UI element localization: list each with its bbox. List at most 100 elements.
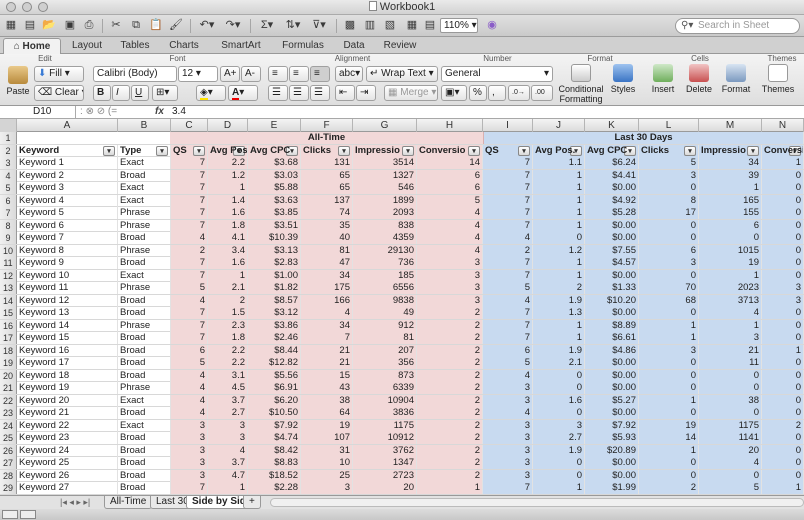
cell[interactable]: 7 (483, 307, 533, 319)
cell[interactable]: $5.56 (248, 369, 301, 382)
cell[interactable]: 1 (533, 169, 585, 182)
cell[interactable]: 6 (171, 344, 208, 357)
cell[interactable]: 3.7 (208, 457, 248, 469)
cell[interactable]: $0.00 (585, 269, 639, 282)
redo-icon[interactable]: ↷▾ (222, 18, 244, 33)
cell[interactable]: 2 (417, 457, 483, 469)
filter-dropdown-icon[interactable]: ▾ (156, 145, 168, 156)
search-in-sheet-input[interactable]: ⚲▾ Search in Sheet (675, 18, 800, 34)
cell[interactable]: 0 (762, 469, 804, 482)
cell[interactable]: 1.2 (533, 244, 585, 257)
cell[interactable]: 1 (533, 182, 585, 194)
cell[interactable]: $5.27 (585, 394, 639, 407)
cell[interactable]: 4.5 (208, 382, 248, 394)
cell[interactable]: Keyword 20 (17, 394, 118, 407)
cell[interactable]: 38 (699, 394, 762, 407)
cell[interactable]: 3 (171, 419, 208, 432)
insert-cells-button[interactable]: Insert (646, 64, 680, 94)
tab-smartart[interactable]: SmartArt (210, 38, 272, 54)
cell[interactable]: 3 (483, 432, 533, 444)
cell[interactable]: $1.99 (585, 482, 639, 494)
column-header[interactable]: C (171, 119, 208, 132)
comma-button[interactable]: , (488, 85, 506, 101)
number-format-select[interactable]: General ▾ (441, 66, 553, 82)
cell[interactable]: 1 (699, 269, 762, 282)
wrap-text-button[interactable]: ↵ Wrap Text ▾ (366, 66, 438, 82)
cell[interactable]: $3.51 (248, 219, 301, 232)
header-cell[interactable]: ▾ Clicks (639, 144, 699, 157)
cell[interactable]: 10904 (353, 394, 417, 407)
cell[interactable]: 0 (762, 369, 804, 382)
cell[interactable]: $6.24 (585, 157, 639, 169)
cell[interactable]: Exact (118, 182, 171, 194)
cell[interactable]: 1 (699, 182, 762, 194)
cell[interactable]: Exact (118, 419, 171, 432)
column-header[interactable]: F (301, 119, 353, 132)
cell[interactable]: 20 (699, 444, 762, 457)
cell[interactable]: 0 (699, 382, 762, 394)
cell[interactable]: 1175 (353, 419, 417, 432)
cell[interactable]: $4.86 (585, 344, 639, 357)
cell[interactable]: 3 (417, 294, 483, 307)
cell[interactable]: Broad (118, 432, 171, 444)
cell[interactable]: $5.28 (585, 207, 639, 219)
cell[interactable]: 1.6 (208, 257, 248, 269)
cell[interactable]: $10.50 (248, 407, 301, 419)
clear-button[interactable]: ⌫ Clear ▾ (34, 85, 84, 101)
cell[interactable]: 31 (301, 444, 353, 457)
cell[interactable]: 65 (301, 182, 353, 194)
cell[interactable]: 19 (301, 419, 353, 432)
filter-dropdown-icon[interactable]: ▾ (684, 145, 696, 156)
cell[interactable]: 1 (533, 482, 585, 494)
cell[interactable]: $0.00 (585, 407, 639, 419)
horizontal-scrollbar[interactable] (270, 498, 804, 507)
cell[interactable]: 2 (417, 357, 483, 369)
cell[interactable]: 43 (301, 382, 353, 394)
cell[interactable]: 47 (301, 257, 353, 269)
tab-home[interactable]: ⌂ Home (3, 38, 61, 54)
cell[interactable]: 34 (301, 319, 353, 332)
cell[interactable]: Broad (118, 444, 171, 457)
cell[interactable]: 0 (762, 194, 804, 207)
cell[interactable]: $5.93 (585, 432, 639, 444)
cell[interactable]: $3.03 (248, 169, 301, 182)
cancel-icon[interactable]: ⊗ (86, 106, 94, 117)
cell[interactable]: Broad (118, 457, 171, 469)
row-number[interactable]: 23 (0, 407, 17, 419)
cell[interactable]: 0 (762, 382, 804, 394)
cell[interactable]: 1 (639, 332, 699, 344)
cell[interactable]: 1.2 (208, 169, 248, 182)
cell[interactable]: 838 (353, 219, 417, 232)
cell[interactable]: 3 (483, 469, 533, 482)
cell[interactable]: 736 (353, 257, 417, 269)
header-cell[interactable]: ▾ Type (118, 144, 171, 157)
cell[interactable]: Phrase (118, 219, 171, 232)
zoom-select[interactable]: 110% ▾ (440, 18, 478, 33)
cell[interactable]: 7 (483, 169, 533, 182)
row-number[interactable]: 10 (0, 244, 17, 257)
cell[interactable]: 2 (417, 344, 483, 357)
cell[interactable]: $2.83 (248, 257, 301, 269)
header-cell[interactable]: ▾ Clicks (301, 144, 353, 157)
cell[interactable]: Keyword 18 (17, 369, 118, 382)
cell[interactable]: 166 (301, 294, 353, 307)
cell[interactable]: 2 (639, 482, 699, 494)
cell[interactable]: 356 (353, 357, 417, 369)
cell[interactable]: 4 (483, 369, 533, 382)
orientation-button[interactable]: abc▾ (335, 66, 363, 82)
cell[interactable]: 1.9 (533, 344, 585, 357)
cell[interactable]: 3.7 (208, 394, 248, 407)
cell[interactable]: 38 (301, 394, 353, 407)
cell[interactable]: Exact (118, 394, 171, 407)
cell[interactable]: $7.92 (585, 419, 639, 432)
accounting-button[interactable]: ▣▾ (441, 85, 467, 101)
cell[interactable]: 0 (533, 407, 585, 419)
increase-indent-button[interactable]: ⇥ (356, 85, 376, 101)
cell[interactable]: 7 (171, 182, 208, 194)
cell[interactable]: 3 (639, 257, 699, 269)
cell[interactable]: 5 (699, 482, 762, 494)
row-number[interactable]: 29 (0, 482, 17, 494)
cell[interactable]: 3 (208, 419, 248, 432)
header-cell[interactable]: ▾Conversio (762, 144, 804, 157)
cell[interactable]: 5 (171, 282, 208, 294)
